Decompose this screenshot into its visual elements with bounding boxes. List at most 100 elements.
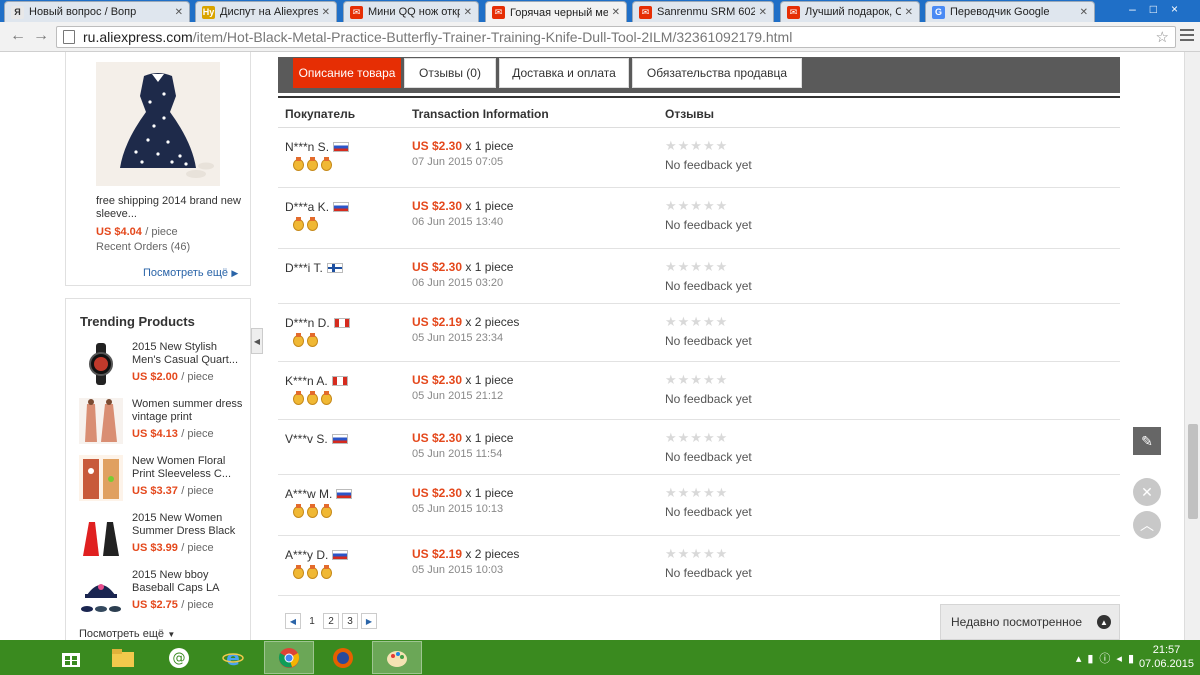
product-tab-0[interactable]: Описание товара xyxy=(293,58,401,88)
trending-item-image[interactable] xyxy=(79,569,123,615)
svg-text:@: @ xyxy=(173,651,186,666)
table-row: D***i T. US $2.30 x 1 piece 06 Jun 2015 03… xyxy=(278,249,1120,304)
scroll-top-button[interactable]: ︿ xyxy=(1133,511,1161,539)
trending-item-title[interactable]: 2015 New Women Summer Dress Black xyxy=(132,512,247,538)
product-tab-3[interactable]: Обязательства продавца xyxy=(632,58,802,88)
featured-product-unit: / piece xyxy=(145,226,178,238)
transaction-cell: US $2.30 x 1 piece 05 Jun 2015 10:13 xyxy=(412,486,513,515)
close-tab-icon[interactable]: ✕ xyxy=(759,7,767,18)
feedback-text: No feedback yet xyxy=(665,450,752,464)
scrollbar-thumb[interactable] xyxy=(1188,424,1198,519)
trending-item-title[interactable]: 2015 New Stylish Men's Casual Quart... xyxy=(132,341,247,367)
buyer-medal-icon xyxy=(307,217,318,231)
feedback-cell: ★★★★★ No feedback yet xyxy=(665,314,752,348)
browser-tab-4[interactable]: ✉ Sanrenmu SRM 6029 ✕ xyxy=(632,1,774,22)
rating-stars-icon: ★★★★★ xyxy=(665,138,729,153)
transaction-cell: US $2.30 x 1 piece 07 Jun 2015 07:05 xyxy=(412,139,513,168)
address-bar[interactable]: ru.aliexpress.com/item/Hot-Black-Metal-P… xyxy=(56,26,1176,48)
trending-item[interactable]: Women summer dress vintage print US $4.13… xyxy=(79,398,249,448)
browser-tab-0[interactable]: Я Новый вопрос / Вопр ✕ xyxy=(4,1,190,22)
close-tab-icon[interactable]: ✕ xyxy=(464,7,472,18)
browser-tab-2[interactable]: ✉ Мини QQ нож откры ✕ xyxy=(343,1,479,22)
trending-item[interactable]: 2015 New Stylish Men's Casual Quart... US… xyxy=(79,341,249,391)
featured-more-link[interactable]: Посмотреть ещё ▶ xyxy=(143,265,238,279)
trending-item-title[interactable]: Women summer dress vintage print xyxy=(132,398,247,424)
paint-icon[interactable] xyxy=(372,641,422,674)
feedback-cell: ★★★★★ No feedback yet xyxy=(665,198,752,232)
trending-item-price: US $3.99 xyxy=(132,542,178,554)
chevron-right-icon: ▶ xyxy=(231,268,239,278)
close-tab-icon[interactable]: ✕ xyxy=(612,7,620,18)
sidebar-collapse-button[interactable]: ◀ xyxy=(251,328,263,354)
back-icon[interactable]: ← xyxy=(10,27,26,45)
buyer-name-cell: V***v S. xyxy=(285,432,348,446)
trending-more-link[interactable]: Посмотреть ещё ▼ xyxy=(79,626,175,640)
product-tab-2[interactable]: Доставка и оплата xyxy=(499,58,629,88)
product-tab-1[interactable]: Отзывы (0) xyxy=(404,58,496,88)
trending-item-image[interactable] xyxy=(79,512,123,558)
internet-explorer-icon[interactable]: e xyxy=(208,641,258,674)
browser-tab-3[interactable]: ✉ Горячая черный мет ✕ xyxy=(485,1,627,23)
close-tab-icon[interactable]: ✕ xyxy=(905,7,913,18)
transaction-price: US $2.30 xyxy=(412,260,463,274)
firefox-icon[interactable] xyxy=(318,641,368,674)
browser-tab-5[interactable]: ✉ Лучший подарок, Он ✕ xyxy=(780,1,920,22)
transaction-cell: US $2.30 x 1 piece 06 Jun 2015 03:20 xyxy=(412,260,513,289)
transaction-price: US $2.30 xyxy=(412,431,463,445)
buyer-name-cell: A***w M. xyxy=(285,487,353,501)
trending-item[interactable]: New Women Floral Print Sleeveless C... US… xyxy=(79,455,249,505)
trending-item-image[interactable] xyxy=(79,341,123,387)
trending-item-info: Women summer dress vintage print US $4.13… xyxy=(132,398,247,440)
pager-prev-icon[interactable]: ◀ xyxy=(285,613,301,629)
tab-favicon-icon: Hy xyxy=(202,5,215,19)
featured-product-title[interactable]: free shipping 2014 brand new sleeve... xyxy=(96,195,246,221)
browser-menu-icon[interactable] xyxy=(1180,29,1194,44)
clock-time: 21:57 xyxy=(1152,644,1181,656)
edit-pencil-button[interactable]: ✎ xyxy=(1133,427,1161,455)
page-scrollbar[interactable] xyxy=(1184,52,1200,640)
browser-tab-title: Мини QQ нож откры xyxy=(368,6,460,18)
taskbar-clock[interactable]: 21:57 07.06.2015 xyxy=(1139,643,1194,671)
close-button[interactable]: ✕ xyxy=(1133,478,1161,506)
table-row: A***w M. US $2.30 x 1 piece 05 Jun 2015 10… xyxy=(278,475,1120,536)
url-host: ru.aliexpress.com xyxy=(83,29,193,45)
forward-icon[interactable]: → xyxy=(33,27,49,45)
bookmark-star-icon[interactable]: ☆ xyxy=(1156,28,1169,46)
browser-tab-6[interactable]: G Переводчик Google ✕ xyxy=(925,1,1095,22)
trending-item-title[interactable]: New Women Floral Print Sleeveless C... xyxy=(132,455,247,481)
trending-item-image[interactable] xyxy=(79,398,123,444)
close-tab-icon[interactable]: ✕ xyxy=(1080,7,1088,18)
trending-item[interactable]: 2015 New Women Summer Dress Black US $3.9… xyxy=(79,512,249,562)
feedback-text: No feedback yet xyxy=(665,505,752,519)
feedback-cell: ★★★★★ No feedback yet xyxy=(665,485,752,519)
browser-tab-1[interactable]: Hy Диспут на Aliexpress ✕ xyxy=(195,1,337,22)
pager-page-1[interactable]: 1 xyxy=(304,613,320,629)
feedback-cell: ★★★★★ No feedback yet xyxy=(665,372,752,406)
pager-next-icon[interactable]: ▶ xyxy=(361,613,377,629)
tab-favicon-icon: ✉ xyxy=(492,6,505,19)
table-row: D***a K. US $2.30 x 1 piece 06 Jun 2015 13… xyxy=(278,188,1120,249)
trending-item-title[interactable]: 2015 New bboy Baseball Caps LA xyxy=(132,569,247,595)
recently-viewed-panel[interactable]: Недавно посмотренное ▲ xyxy=(940,604,1120,640)
product-tabs-bar: Описание товара Отзывы (0) Доставка и опла… xyxy=(278,57,1120,93)
buyer-medal-icon xyxy=(293,391,304,405)
featured-product-card: free shipping 2014 brand new sleeve... U… xyxy=(65,52,251,286)
country-flag-icon xyxy=(326,263,343,273)
chrome-icon[interactable] xyxy=(264,641,314,674)
store-icon[interactable] xyxy=(46,641,96,674)
system-tray-icons[interactable]: ▴▮ⓘ◂▮ xyxy=(1076,650,1140,666)
dress-product-image[interactable] xyxy=(96,62,220,186)
email-app-icon[interactable]: @ xyxy=(154,641,204,674)
window-controls[interactable]: –□× xyxy=(1129,2,1192,16)
feedback-text: No feedback yet xyxy=(665,334,752,348)
transaction-quantity: x 1 piece xyxy=(465,486,514,500)
trending-item-image[interactable] xyxy=(79,455,123,501)
file-explorer-icon[interactable] xyxy=(98,641,148,674)
close-tab-icon[interactable]: ✕ xyxy=(322,7,330,18)
pagination: ◀ 1 2 3 ▶ xyxy=(285,613,377,629)
rating-stars-icon: ★★★★★ xyxy=(665,314,729,329)
pager-page-2[interactable]: 2 xyxy=(323,613,339,629)
trending-item[interactable]: 2015 New bboy Baseball Caps LA US $2.75 /… xyxy=(79,569,249,619)
close-tab-icon[interactable]: ✕ xyxy=(175,7,183,18)
pager-page-3[interactable]: 3 xyxy=(342,613,358,629)
